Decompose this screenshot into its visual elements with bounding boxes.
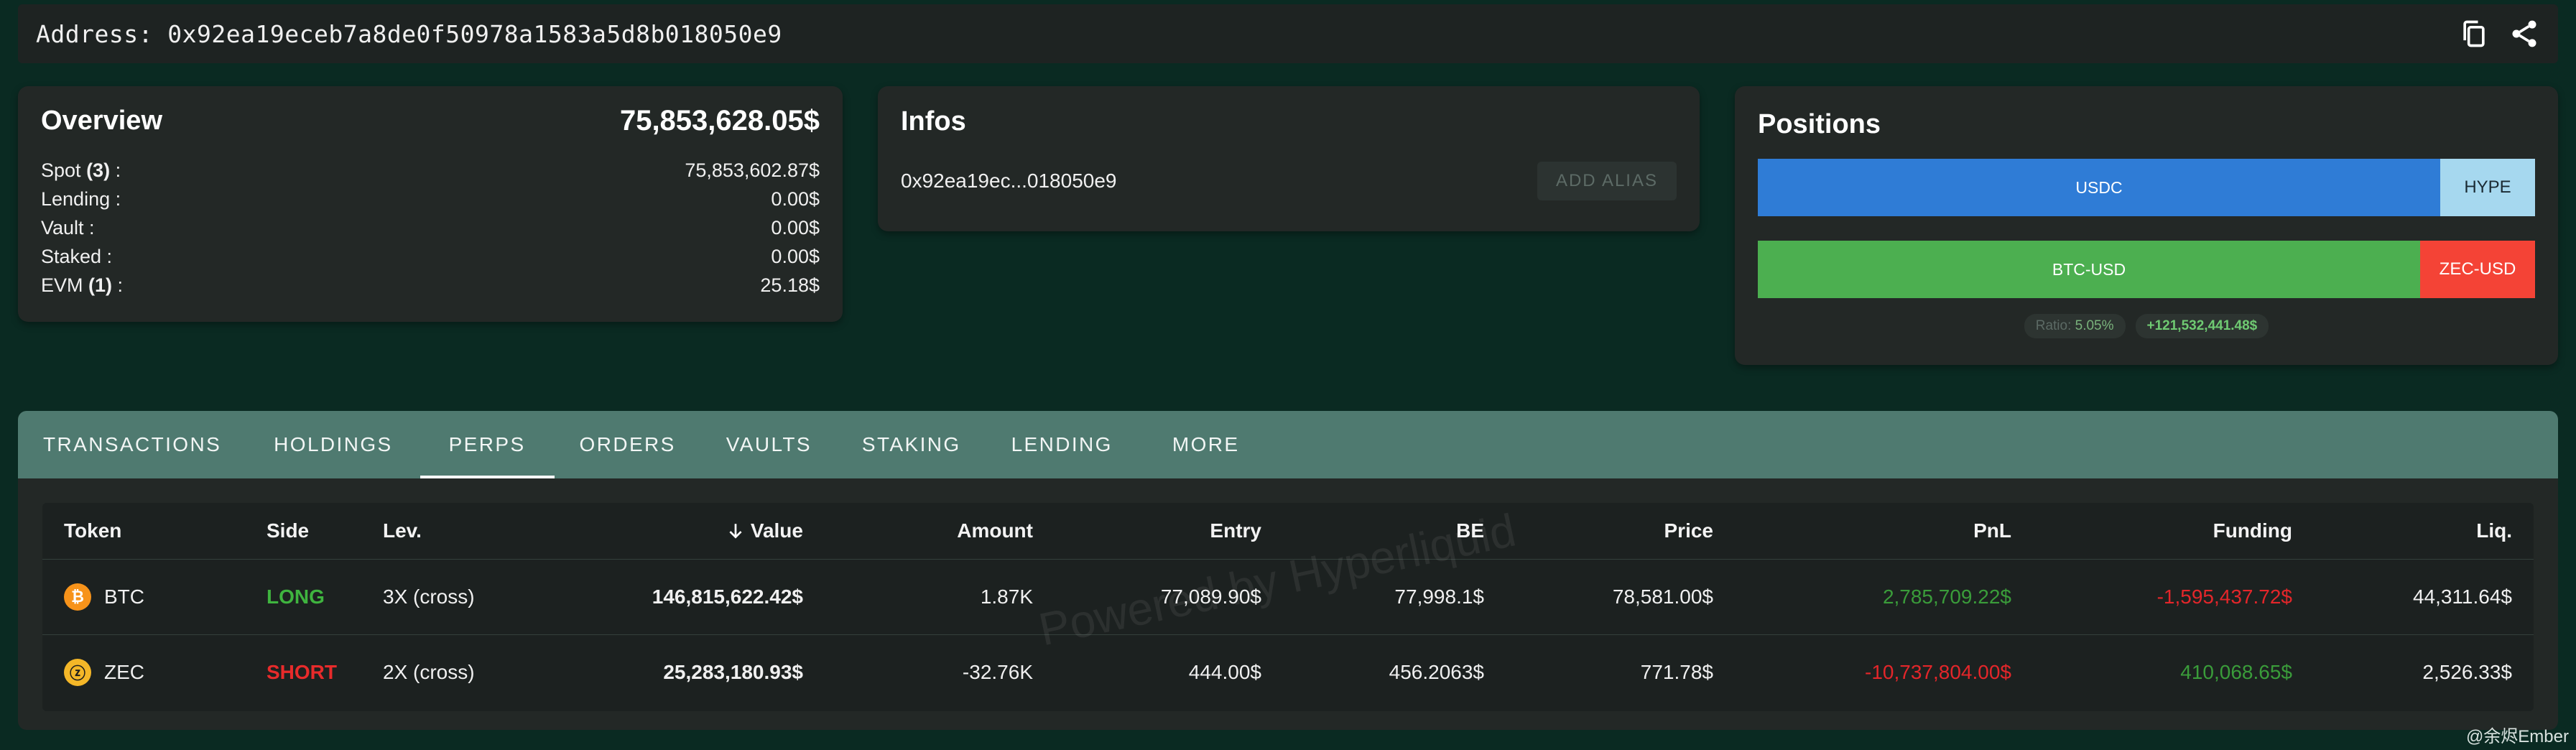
- tab-orders[interactable]: ORDERS: [555, 411, 701, 478]
- col-token[interactable]: Token: [42, 503, 245, 560]
- table-row[interactable]: ₿ BTC LONG 3X (cross) 146,815,622.42$ 1.8…: [42, 559, 2534, 635]
- col-lev[interactable]: Lev.: [361, 503, 505, 560]
- overview-value: 0.00$: [771, 188, 820, 210]
- pnl-badge: +121,532,441.48$: [2135, 314, 2269, 338]
- tab-more[interactable]: MORE: [1147, 411, 1265, 478]
- positions-card: Positions USDC HYPE BTC-USD ZEC-USD Rati…: [1735, 86, 2558, 365]
- spot-allocation-bar: USDC HYPE: [1758, 159, 2535, 216]
- address-text: Address: 0x92ea19eceb7a8de0f50978a1583a5…: [36, 19, 782, 48]
- col-price[interactable]: Price: [1506, 503, 1735, 560]
- add-alias-button[interactable]: ADD ALIAS: [1537, 162, 1677, 200]
- overview-row-lending: Lending : 0.00$: [41, 185, 820, 213]
- col-side[interactable]: Side: [245, 503, 361, 560]
- table-header-row: Token Side Lev. Value Amount Entry BE Pr…: [42, 503, 2534, 560]
- overview-value: 0.00$: [771, 217, 820, 239]
- segment-usdc[interactable]: USDC: [1758, 159, 2440, 216]
- tab-perps[interactable]: PERPS: [420, 411, 555, 478]
- overview-row-spot: Spot (3) : 75,853,602.87$: [41, 156, 820, 185]
- side-short: SHORT: [267, 660, 337, 683]
- tab-vaults[interactable]: VAULTS: [701, 411, 837, 478]
- col-entry[interactable]: Entry: [1055, 503, 1283, 560]
- overview-card: Overview 75,853,628.05$ Spot (3) : 75,85…: [18, 86, 843, 322]
- credit-text: @余烬Ember: [2465, 727, 2569, 746]
- tab-staking[interactable]: STAKING: [837, 411, 986, 478]
- overview-rows: Spot (3) : 75,853,602.87$ Lending : 0.00…: [41, 156, 820, 300]
- col-be[interactable]: BE: [1283, 503, 1506, 560]
- short-address: 0x92ea19ec...018050e9: [901, 170, 1117, 192]
- overview-value: 25.18$: [760, 274, 820, 296]
- overview-title: Overview: [41, 106, 162, 136]
- col-amount[interactable]: Amount: [825, 503, 1055, 560]
- tab-bar: TRANSACTIONS HOLDINGS PERPS ORDERS VAULT…: [18, 411, 2558, 478]
- overview-value: 0.00$: [771, 246, 820, 267]
- infos-title: Infos: [901, 106, 966, 136]
- overview-row-staked: Staked : 0.00$: [41, 242, 820, 271]
- copy-icon[interactable]: [2458, 18, 2490, 50]
- segment-btc-usd[interactable]: BTC-USD: [1758, 241, 2420, 298]
- share-icon[interactable]: [2508, 18, 2540, 50]
- perp-allocation-bar: BTC-USD ZEC-USD: [1758, 241, 2535, 298]
- tabs-card: TRANSACTIONS HOLDINGS PERPS ORDERS VAULT…: [18, 411, 2558, 730]
- arrow-down-icon: [726, 519, 745, 542]
- tab-holdings[interactable]: HOLDINGS: [246, 411, 420, 478]
- address-bar: Address: 0x92ea19eceb7a8de0f50978a1583a5…: [18, 4, 2558, 63]
- table-row[interactable]: ⓩ ZEC SHORT 2X (cross) 25,283,180.93$ -32…: [42, 634, 2534, 710]
- tab-transactions[interactable]: TRANSACTIONS: [18, 411, 246, 478]
- segment-hype[interactable]: HYPE: [2440, 159, 2535, 216]
- bitcoin-icon: ₿: [64, 583, 91, 611]
- address-actions: [2458, 18, 2540, 50]
- col-funding[interactable]: Funding: [2033, 503, 2314, 560]
- tab-lending[interactable]: LENDING: [986, 411, 1147, 478]
- col-liq[interactable]: Liq.: [2314, 503, 2534, 560]
- positions-title: Positions: [1758, 109, 1881, 139]
- col-pnl[interactable]: PnL: [1735, 503, 2033, 560]
- infos-card: Infos 0x92ea19ec...018050e9 ADD ALIAS: [878, 86, 1700, 231]
- overview-value: 75,853,602.87$: [685, 159, 820, 181]
- overview-row-vault: Vault : 0.00$: [41, 213, 820, 242]
- zcash-icon: ⓩ: [64, 658, 91, 686]
- ratio-badge: Ratio: 5.05%: [2024, 314, 2126, 338]
- overview-row-evm: EVM (1) : 25.18$: [41, 271, 820, 300]
- col-value[interactable]: Value: [505, 503, 825, 560]
- side-long: LONG: [245, 559, 361, 635]
- segment-zec-usd[interactable]: ZEC-USD: [2420, 241, 2535, 298]
- perps-table: Token Side Lev. Value Amount Entry BE Pr…: [42, 503, 2534, 711]
- overview-total: 75,853,628.05$: [619, 105, 820, 136]
